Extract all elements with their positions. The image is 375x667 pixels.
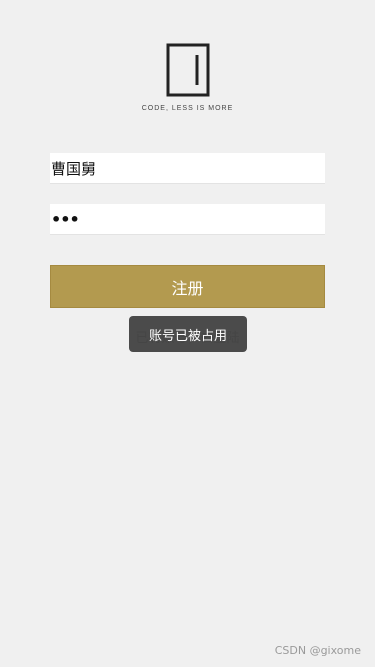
password-mask: ••• <box>51 209 80 229</box>
password-input[interactable]: ••• <box>50 204 325 235</box>
logo: CODE, LESS IS MORE <box>0 43 375 112</box>
register-page: CODE, LESS IS MORE 曹国舅 ••• 注册 已有账号，去登陆 账… <box>0 0 375 667</box>
username-value: 曹国舅 <box>51 159 97 178</box>
toast-text: 账号已被占用 <box>148 328 227 344</box>
username-input[interactable]: 曹国舅 <box>50 153 325 184</box>
toast-message: 账号已被占用 <box>129 316 247 352</box>
door-logo-icon <box>166 43 210 97</box>
register-button[interactable]: 注册 <box>50 265 325 308</box>
watermark: CSDN @gixome <box>274 644 361 657</box>
register-button-label: 注册 <box>171 278 204 298</box>
logo-tagline: CODE, LESS IS MORE <box>141 105 234 112</box>
